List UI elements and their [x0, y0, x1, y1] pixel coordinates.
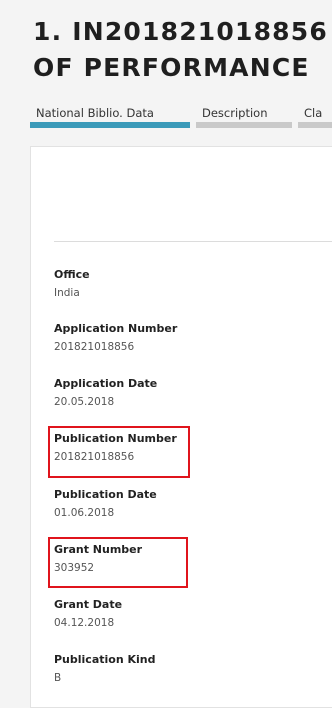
field-value: 20.05.2018 [54, 396, 115, 408]
field-label: Grant Date [54, 598, 123, 611]
tab-indicator [196, 122, 292, 128]
tab-label: Cla [304, 106, 323, 120]
tab-claims[interactable]: Cla [298, 96, 332, 128]
tab-indicator [298, 122, 332, 128]
tab-indicator [30, 122, 190, 128]
publication-date-field: Publication Date 01.06.2018 [54, 488, 157, 520]
field-value: 04.12.2018 [54, 617, 115, 629]
tab-description[interactable]: Description [196, 96, 292, 128]
section-divider [54, 241, 332, 242]
field-label: Publication Kind [54, 653, 156, 666]
field-value: 201821018856 [54, 341, 135, 353]
field-label: Application Date [54, 377, 158, 390]
page-title-line-1: 1. IN201821018856 [33, 17, 328, 46]
field-label: Application Number [54, 322, 178, 335]
field-value: India [54, 287, 80, 299]
grant-number-highlight [48, 537, 188, 588]
page-title-line-2: OF PERFORMANCE [33, 53, 310, 82]
field-value: 01.06.2018 [54, 507, 115, 519]
office-field: Office India [54, 268, 90, 300]
tab-national-biblio-data[interactable]: National Biblio. Data [30, 96, 190, 128]
publication-kind-field: Publication Kind B [54, 653, 156, 685]
field-label: Office [54, 268, 90, 281]
application-number-field: Application Number 201821018856 [54, 322, 177, 354]
field-label: Publication Date [54, 488, 157, 501]
field-value: B [54, 672, 62, 684]
grant-date-field: Grant Date 04.12.2018 [54, 598, 122, 630]
application-date-field: Application Date 20.05.2018 [54, 377, 157, 409]
page-title: 1. IN201821018856 OF PERFORMANCE [33, 14, 332, 86]
tab-bar: National Biblio. Data Description Cla [30, 96, 332, 128]
publication-number-highlight [48, 426, 190, 478]
tab-label: Description [202, 106, 268, 120]
tab-label: National Biblio. Data [36, 106, 154, 120]
